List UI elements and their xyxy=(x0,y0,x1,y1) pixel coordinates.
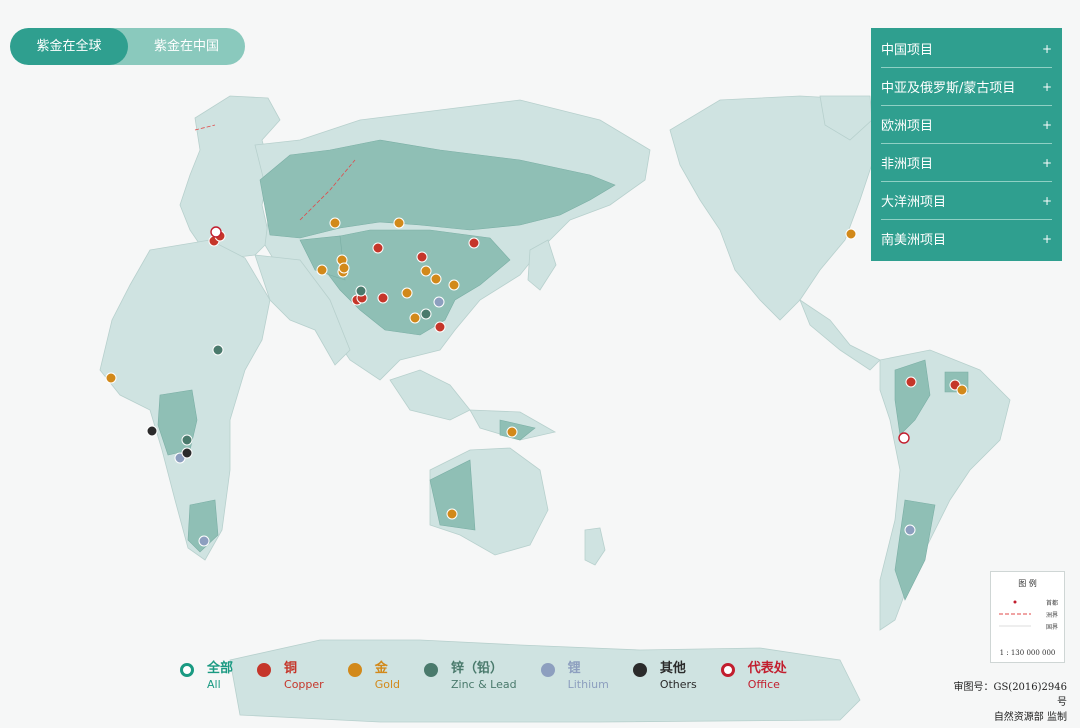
gold-marker[interactable] xyxy=(338,262,350,274)
gold-marker[interactable] xyxy=(409,312,421,324)
dot-icon xyxy=(632,663,647,677)
gold-marker[interactable] xyxy=(401,287,413,299)
filter-label-zh: 锌（铅） xyxy=(450,661,503,676)
map-review-note: 审图号：GS(2016)2946号 自然资源部 监制 xyxy=(945,680,1067,725)
copper-marker[interactable] xyxy=(468,237,480,249)
plus-icon[interactable]: + xyxy=(1042,42,1052,56)
map-legend-row: 洲界 xyxy=(1045,612,1058,619)
plus-icon[interactable]: + xyxy=(1042,80,1052,94)
other-marker[interactable] xyxy=(146,425,158,437)
gold-marker[interactable] xyxy=(845,228,857,240)
gold-marker[interactable] xyxy=(105,372,117,384)
lithium-marker[interactable] xyxy=(433,296,445,308)
filter-label-en: Lithium xyxy=(567,678,609,691)
region-toggle[interactable]: 紫金在全球 紫金在中国 xyxy=(10,28,245,65)
map-scale: 1 : 130 000 000 xyxy=(999,649,1056,657)
region-item-central-asia-russia[interactable]: 中亚及俄罗斯/蒙古项目 + xyxy=(881,68,1052,106)
gold-marker[interactable] xyxy=(956,384,968,396)
dot-icon xyxy=(347,663,362,677)
plus-icon[interactable]: + xyxy=(1042,194,1052,208)
dot-icon xyxy=(423,663,438,677)
filter-label-zh: 金 xyxy=(374,661,388,676)
filter-label-en: Copper xyxy=(284,678,324,691)
lithium-marker[interactable] xyxy=(904,524,916,536)
copper-marker[interactable] xyxy=(905,376,917,388)
map-legend-row: 首都 xyxy=(1045,600,1058,607)
office-marker[interactable] xyxy=(898,432,910,444)
region-item-south-america[interactable]: 南美洲项目 + xyxy=(881,220,1052,257)
filter-label-en: All xyxy=(207,678,221,691)
filter-label-zh: 其他 xyxy=(659,661,686,676)
project-region-panel: 中国项目 + 中亚及俄罗斯/蒙古项目 + 欧洲项目 + 非洲项目 + 大洋洲项目 + 南美… xyxy=(871,28,1062,261)
filter-gold[interactable]: 金 Gold xyxy=(347,660,400,692)
filter-label-en: Zinc & Lead xyxy=(450,678,517,691)
review-number: 审图号：GS(2016)2946号 xyxy=(953,682,1067,708)
ring-icon xyxy=(720,663,735,677)
filter-label-zh: 铜 xyxy=(284,661,298,676)
zinc-marker[interactable] xyxy=(355,285,367,297)
review-authority: 自然资源部 监制 xyxy=(993,712,1067,723)
filter-label-zh: 代表处 xyxy=(747,661,787,676)
zinc-marker[interactable] xyxy=(420,308,432,320)
filter-all[interactable]: 全部 All xyxy=(180,660,233,692)
filter-office[interactable]: 代表处 Office xyxy=(720,660,787,692)
gold-marker[interactable] xyxy=(316,264,328,276)
gold-marker[interactable] xyxy=(506,426,518,438)
filter-label-en: Office xyxy=(747,678,780,691)
metal-filter-legend: 全部 All 铜 Copper 金 Gold 锌（铅） Zinc & Lead 锂 Lit… xyxy=(180,660,811,692)
gold-marker[interactable] xyxy=(420,265,432,277)
dot-icon xyxy=(257,663,272,677)
filter-lithium[interactable]: 锂 Lithium xyxy=(540,660,609,692)
plus-icon[interactable]: + xyxy=(1042,156,1052,170)
region-item-oceania[interactable]: 大洋洲项目 + xyxy=(881,182,1052,220)
region-item-label: 大洋洲项目 xyxy=(881,195,947,210)
copper-marker[interactable] xyxy=(377,292,389,304)
plus-icon[interactable]: + xyxy=(1042,118,1052,132)
filter-zinc-lead[interactable]: 锌（铅） Zinc & Lead xyxy=(423,660,517,692)
filter-label-en: Gold xyxy=(374,678,400,691)
global-toggle-button[interactable]: 紫金在全球 xyxy=(10,28,128,65)
copper-marker[interactable] xyxy=(434,321,446,333)
region-item-europe[interactable]: 欧洲项目 + xyxy=(881,106,1052,144)
copper-marker[interactable] xyxy=(372,242,384,254)
ring-icon xyxy=(180,663,194,677)
lithium-marker[interactable] xyxy=(198,535,210,547)
region-item-label: 非洲项目 xyxy=(881,157,934,172)
filter-label-zh: 全部 xyxy=(207,661,234,676)
region-item-africa[interactable]: 非洲项目 + xyxy=(881,144,1052,182)
office-marker[interactable] xyxy=(210,226,222,238)
region-item-china[interactable]: 中国项目 + xyxy=(881,30,1052,68)
gold-marker[interactable] xyxy=(430,273,442,285)
filter-copper[interactable]: 铜 Copper xyxy=(257,660,324,692)
filter-label-zh: 锂 xyxy=(567,661,581,676)
other-marker[interactable] xyxy=(181,447,193,459)
zinc-marker[interactable] xyxy=(181,434,193,446)
gold-marker[interactable] xyxy=(446,508,458,520)
plus-icon[interactable]: + xyxy=(1042,232,1052,246)
zinc-marker[interactable] xyxy=(212,344,224,356)
region-item-label: 中亚及俄罗斯/蒙古项目 xyxy=(881,81,1016,96)
gold-marker[interactable] xyxy=(393,217,405,229)
china-toggle-button[interactable]: 紫金在中国 xyxy=(128,28,245,65)
gold-marker[interactable] xyxy=(448,279,460,291)
map-symbol-legend: 图 例 首都 洲界 国界 1 : 130 000 000 xyxy=(990,571,1065,663)
region-item-label: 南美洲项目 xyxy=(881,233,947,248)
copper-marker[interactable] xyxy=(416,251,428,263)
region-item-label: 欧洲项目 xyxy=(881,119,934,134)
dot-icon xyxy=(540,663,555,677)
filter-label-en: Others xyxy=(659,678,697,691)
map-legend-title: 图 例 xyxy=(1018,579,1037,588)
filter-others[interactable]: 其他 Others xyxy=(632,660,697,692)
region-item-label: 中国项目 xyxy=(881,43,934,58)
map-legend-row: 国界 xyxy=(1045,624,1058,631)
gold-marker[interactable] xyxy=(329,217,341,229)
